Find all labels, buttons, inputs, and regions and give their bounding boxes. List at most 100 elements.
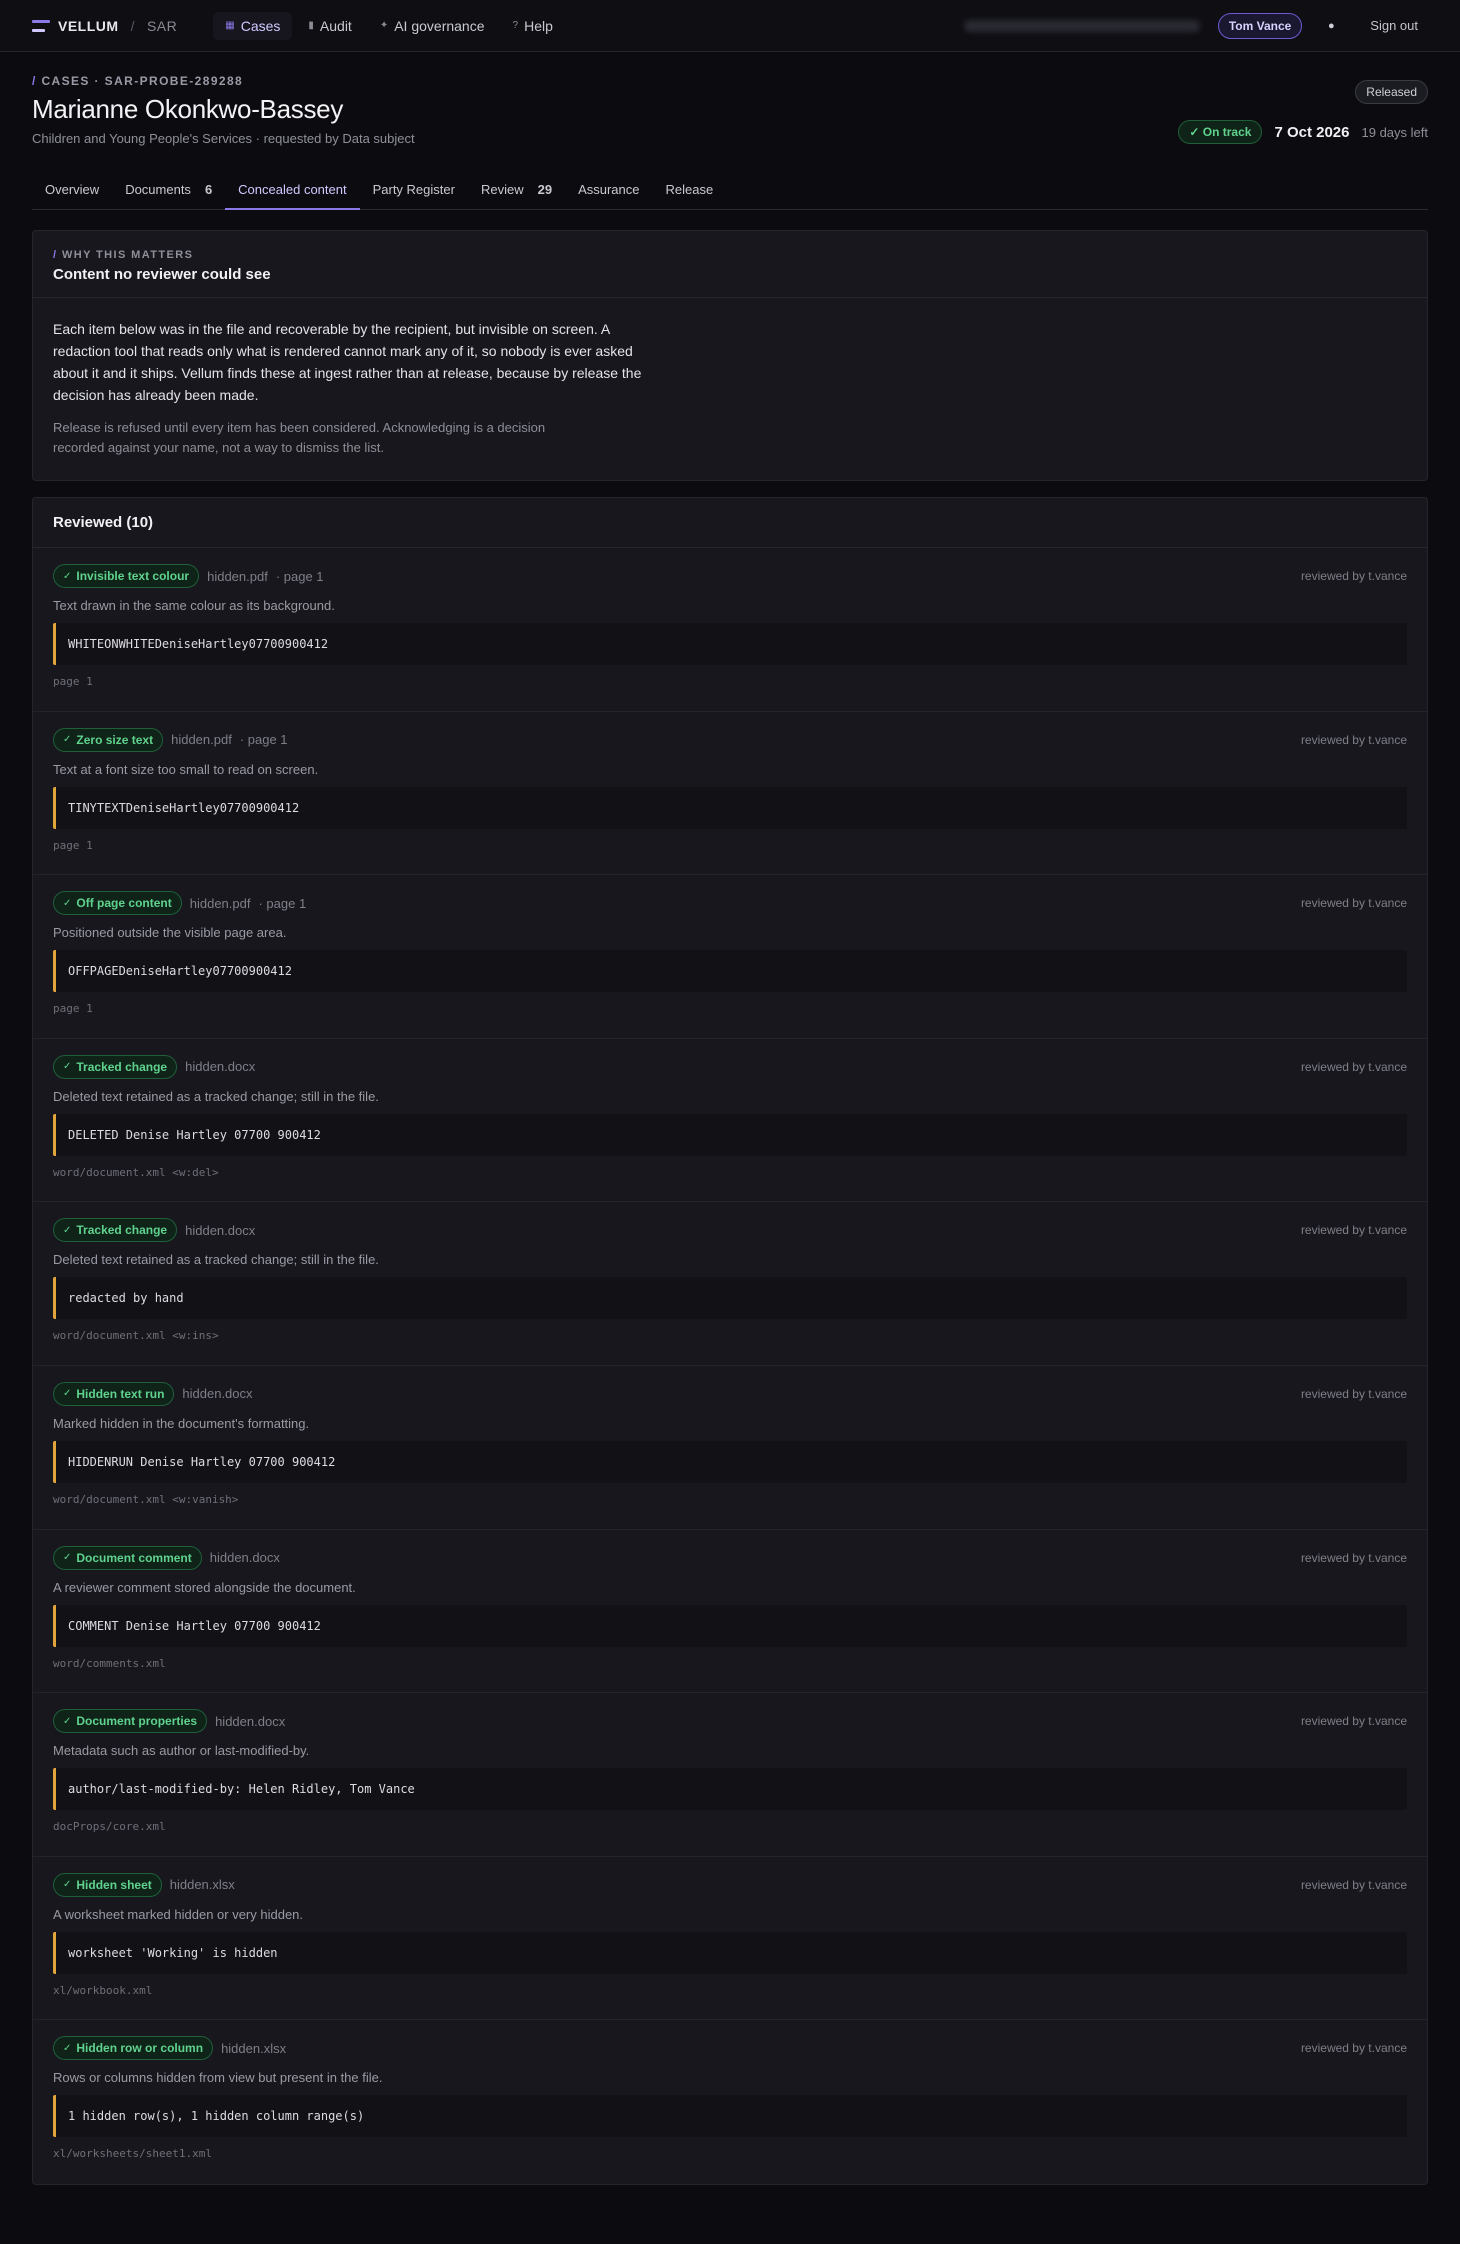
source-location: word/document.xml <w:ins>	[53, 1329, 219, 1343]
concealed-item: ✓ Zero size text hidden.pdf · page 1 reviewe…	[33, 712, 1427, 876]
file-name[interactable]: hidden.pdf	[190, 896, 251, 911]
file-name[interactable]: hidden.pdf	[207, 569, 268, 584]
bars-icon: ▮	[308, 20, 314, 31]
tab-overview[interactable]: Overview	[32, 170, 112, 209]
check-icon: ✓	[63, 1879, 72, 1891]
sparkle-icon: ✦	[379, 20, 389, 31]
reviewed-card: Reviewed (10) ✓ Invisible text colour hidd…	[32, 497, 1428, 2185]
question-icon: ?	[512, 20, 519, 31]
recovered-content: HIDDENRUN Denise Hartley 07700 900412	[53, 1440, 1407, 1483]
source-location: xl/worksheets/sheet1.xml	[53, 2147, 212, 2161]
nav-cases[interactable]: ▦ Cases	[213, 11, 293, 40]
item-header: ✓ Invisible text colour hidden.pdf · page 1…	[53, 564, 1407, 588]
section-title: Content no reviewer could see	[53, 266, 271, 283]
finding-description: Text drawn in the same colour as its bac…	[53, 598, 335, 613]
finding-type-badge: ✓ Hidden text run	[53, 1381, 175, 1406]
tab-label: Party Register	[372, 182, 455, 197]
nav-audit[interactable]: ▮ Audit	[296, 12, 363, 40]
tab-party-register[interactable]: Party Register	[360, 170, 468, 209]
nav-ai-governance[interactable]: ✦ AI governance	[368, 12, 497, 40]
finding-type-badge: ✓ Hidden row or column	[53, 2036, 214, 2061]
why-paragraph: Each item below was in the file and reco…	[53, 321, 642, 403]
finding-type-badge: ✓ Off page content	[53, 891, 182, 916]
item-header: ✓ Zero size text hidden.pdf · page 1 reviewe…	[53, 727, 1407, 752]
item-header: ✓ Document properties hidden.docx reviewed …	[53, 1709, 1407, 1734]
finding-type-badge: ✓ Zero size text	[53, 727, 164, 752]
release-note: Release is refused until every item has …	[53, 420, 546, 455]
check-icon: ✓	[63, 1552, 72, 1564]
finding-description: A reviewer comment stored alongside the …	[53, 1579, 356, 1595]
file-name[interactable]: hidden.pdf	[171, 732, 232, 747]
finding-type-badge: ✓ Tracked change	[53, 1218, 178, 1243]
file-name[interactable]: hidden.docx	[185, 1223, 255, 1238]
file-name[interactable]: hidden.docx	[185, 1059, 255, 1074]
breadcrumb-slash: /	[32, 74, 37, 88]
finding-description: Rows or columns hidden from view but pre…	[53, 2070, 383, 2086]
recovered-content: redacted by hand	[53, 1277, 1407, 1320]
item-header: ✓ Tracked change hidden.docx reviewed by t.…	[53, 1218, 1407, 1243]
finding-type-label: Document properties	[76, 1714, 198, 1729]
nav-help[interactable]: ? Help	[501, 12, 565, 40]
user-pill[interactable]: Tom Vance	[1217, 12, 1303, 39]
tab-concealed-content[interactable]: Concealed content	[225, 170, 361, 210]
finding-description: Deleted text retained as a tracked chang…	[53, 1252, 379, 1268]
finding-type-label: Document comment	[76, 1550, 192, 1565]
nav-label: Cases	[240, 17, 281, 34]
theme-toggle-icon[interactable]: ●	[1320, 15, 1342, 37]
file-name[interactable]: hidden.xlsx	[170, 1877, 235, 1892]
recovered-content: OFFPAGEDeniseHartley07700900412	[53, 950, 1407, 993]
source-location: word/document.xml <w:vanish>	[53, 1492, 239, 1506]
reviewed-by: reviewed by t.vance	[1300, 1386, 1407, 1401]
file-name[interactable]: hidden.xlsx	[221, 2041, 286, 2056]
finding-type-label: Invisible text colour	[76, 569, 190, 583]
nav-label: AI governance	[394, 17, 485, 34]
concealed-item: ✓ Tracked change hidden.docx reviewed by t.…	[33, 1202, 1427, 1366]
tab-assurance[interactable]: Assurance	[565, 170, 652, 209]
reviewed-heading: Reviewed (10)	[33, 498, 1427, 548]
source-location: page 1	[53, 1002, 93, 1016]
page-title: Marianne Okonkwo-Bassey	[32, 94, 344, 124]
check-icon: ✓	[63, 897, 72, 909]
finding-description: Metadata such as author or last-modified…	[53, 1743, 310, 1759]
tab-review[interactable]: Review 29	[468, 170, 565, 209]
finding-type-badge: ✓ Document comment	[53, 1545, 202, 1570]
sign-out-button[interactable]: Sign out	[1360, 12, 1428, 39]
concealed-item: ✓ Hidden text run hidden.docx reviewed by t…	[33, 1366, 1427, 1530]
tab-count: 29	[537, 182, 553, 197]
finding-type-label: Zero size text	[76, 732, 154, 747]
reviewed-by: reviewed by t.vance	[1300, 896, 1407, 911]
vellum-logo-icon	[32, 19, 50, 32]
recovered-content: author/last-modified-by: Helen Ridley, T…	[53, 1768, 1407, 1811]
tab-documents[interactable]: Documents 6	[112, 170, 225, 209]
tab-label: Review	[480, 182, 524, 197]
concealed-item: ✓ Off page content hidden.pdf · page 1 revie…	[33, 875, 1427, 1039]
tab-release[interactable]: Release	[652, 170, 726, 209]
section-label-text: WHY THIS MATTERS	[61, 249, 194, 261]
reviewed-by: reviewed by t.vance	[1300, 569, 1407, 583]
nav-label: Audit	[319, 17, 352, 34]
finding-type-badge: ✓ Hidden sheet	[53, 1872, 162, 1897]
finding-description: Deleted text retained as a tracked chang…	[53, 1088, 379, 1104]
tab-label: Assurance	[578, 182, 640, 197]
file-name[interactable]: hidden.docx	[210, 1550, 280, 1565]
brand[interactable]: VELLUM / SAR	[32, 18, 177, 34]
page-ref: · page 1	[275, 568, 324, 584]
item-header: ✓ Document comment hidden.docx reviewed by …	[53, 1545, 1407, 1570]
breadcrumb-text: CASES · SAR-PROBE-289288	[41, 74, 244, 88]
item-header: ✓ Tracked change hidden.docx reviewed by t.…	[53, 1054, 1407, 1079]
reviewed-by: reviewed by t.vance	[1300, 1714, 1407, 1729]
brand-name: VELLUM	[58, 17, 119, 34]
check-icon: ✓	[63, 570, 72, 582]
blurred-user-email	[963, 19, 1200, 32]
breadcrumb[interactable]: / CASES · SAR-PROBE-289288	[32, 74, 415, 88]
finding-type-label: Hidden row or column	[76, 2041, 204, 2056]
file-name[interactable]: hidden.docx	[182, 1386, 252, 1401]
check-icon: ✓	[63, 1224, 72, 1236]
tab-count: 6	[204, 182, 213, 197]
reviewed-by: reviewed by t.vance	[1300, 2041, 1407, 2056]
file-name[interactable]: hidden.docx	[215, 1714, 285, 1729]
source-location: word/comments.xml	[53, 1656, 166, 1670]
reviewed-list: ✓ Invisible text colour hidden.pdf · page 1…	[33, 548, 1427, 2184]
check-icon: ✓	[63, 1715, 72, 1727]
finding-type-label: Tracked change	[76, 1223, 168, 1238]
